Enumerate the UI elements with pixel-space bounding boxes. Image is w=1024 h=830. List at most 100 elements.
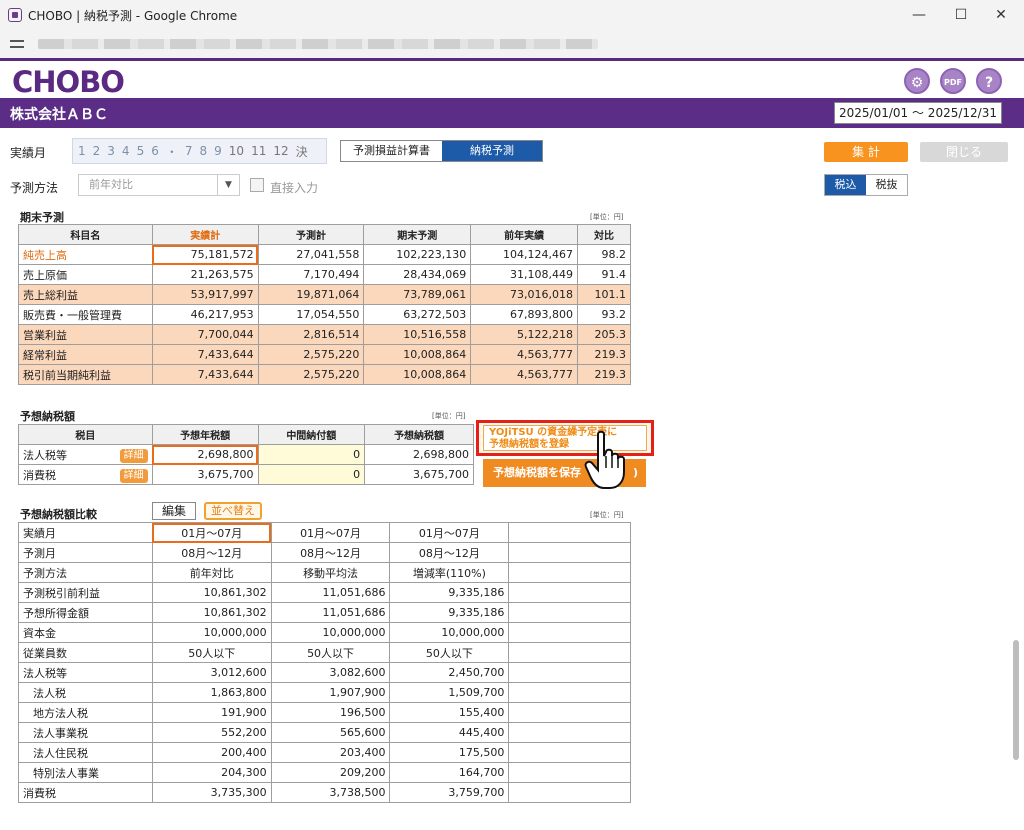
col-header: 中間納付額 <box>257 424 366 445</box>
compare-cell[interactable]: 01月～07月 <box>151 522 272 543</box>
month-2[interactable]: 2 <box>93 144 101 158</box>
compare-cell: 204,300 <box>151 762 272 783</box>
empty-cell <box>508 622 631 643</box>
compare-cell: 10,000,000 <box>270 622 391 643</box>
gear-icon[interactable]: ⚙ <box>904 68 930 94</box>
actual-month-label: 実績月 <box>10 146 47 160</box>
empty-cell <box>508 642 631 663</box>
window-titlebar: CHOBO | 納税予測 - Google Chrome — ☐ ✕ <box>0 0 1024 30</box>
pdf-icon[interactable]: PDF <box>940 68 966 94</box>
cell-interim[interactable]: 0 <box>257 464 366 485</box>
cell-prev: 73,016,018 <box>470 284 579 305</box>
empty-cell <box>508 582 631 603</box>
month-11[interactable]: 11 <box>251 144 266 158</box>
edit-button[interactable]: 編集 <box>152 502 196 520</box>
address-bar[interactable] <box>0 30 1024 58</box>
row-label: 消費税 <box>23 468 56 482</box>
month-12[interactable]: 12 <box>273 144 288 158</box>
compare-table: 実績月 01月～07月 01月～07月 01月～07月 予測月 08月～12月 08月～12… <box>18 522 631 803</box>
help-icon[interactable]: ? <box>976 68 1002 94</box>
cell-forecast: 27,041,558 <box>257 244 365 265</box>
tax-excluded-option[interactable]: 税抜 <box>866 175 907 195</box>
table-row: 税引前当期純利益 7,433,644 2,575,220 10,008,864 … <box>18 364 631 385</box>
row-label: 予測方法 <box>18 562 153 583</box>
col-header: 実績計 <box>151 224 259 245</box>
maximize-button[interactable]: ☐ <box>946 4 976 26</box>
table-row: 法人事業税 552,200 565,600 445,400 <box>18 722 631 743</box>
compare-cell: 196,500 <box>270 702 391 723</box>
compare-cell: 155,400 <box>389 702 510 723</box>
empty-cell <box>508 602 631 623</box>
cell-year-end: 102,223,130 <box>363 244 472 265</box>
table-row: 予測税引前利益 10,861,302 11,051,686 9,335,186 <box>18 582 631 603</box>
row-label: 従業員数 <box>18 642 153 663</box>
empty-cell <box>508 762 631 783</box>
cell-year-end: 10,008,864 <box>363 344 472 365</box>
month-7[interactable]: 7 <box>185 144 193 158</box>
month-5[interactable]: 5 <box>137 144 145 158</box>
close-window-button[interactable]: ✕ <box>986 4 1016 26</box>
site-settings-icon[interactable] <box>10 38 24 50</box>
month-6[interactable]: 6 <box>151 144 159 158</box>
table-row: 売上総利益 53,917,997 19,871,064 73,789,061 7… <box>18 284 631 305</box>
cell-forecast: 7,170,494 <box>257 264 365 285</box>
tab-tax-forecast[interactable]: 納税予測 <box>442 141 542 161</box>
table-row: 予想所得金額 10,861,302 11,051,686 9,335,186 <box>18 602 631 623</box>
cell-interim[interactable]: 0 <box>257 444 366 465</box>
table-row: 法人税 1,863,800 1,907,900 1,509,700 <box>18 682 631 703</box>
month-4[interactable]: 4 <box>122 144 130 158</box>
table-row: 従業員数 50人以下 50人以下 50人以下 <box>18 642 631 663</box>
cell-prev: 104,124,467 <box>470 244 579 265</box>
cell-annual[interactable]: 2,698,800 <box>151 444 259 465</box>
forecast-method-select[interactable]: 前年対比 ▼ <box>78 174 240 196</box>
table-row: 消費税 詳細 3,675,700 0 3,675,700 <box>18 464 474 485</box>
table-row: 予測方法 前年対比 移動平均法 増減率(110%) <box>18 562 631 583</box>
tax-included-option[interactable]: 税込 <box>825 175 866 195</box>
minimize-button[interactable]: — <box>904 4 934 26</box>
cell-prev: 4,563,777 <box>470 344 579 365</box>
compare-section-title: 予想納税額比較 <box>20 508 97 521</box>
compare-cell: 209,200 <box>270 762 391 783</box>
table-row: 法人税等 詳細 2,698,800 0 2,698,800 <box>18 444 474 465</box>
row-label: 売上原価 <box>18 264 153 285</box>
empty-cell <box>508 702 631 723</box>
empty-cell <box>508 562 631 583</box>
compare-cell: 移動平均法 <box>270 562 391 583</box>
scrollbar[interactable] <box>1013 640 1019 760</box>
tax-toggle: 税込 税抜 <box>824 174 908 196</box>
cell-forecast: 19,871,064 <box>257 284 365 305</box>
month-3[interactable]: 3 <box>107 144 115 158</box>
aggregate-button[interactable]: 集 計 <box>824 142 908 162</box>
cell-actual[interactable]: 75,181,572 <box>151 244 259 265</box>
sort-button[interactable]: 並べ替え <box>204 502 262 520</box>
row-label: 税引前当期純利益 <box>18 364 153 385</box>
compare-cell: 175,500 <box>389 742 510 763</box>
month-final[interactable]: 決 <box>296 143 308 160</box>
col-header: 期末予測 <box>363 224 472 245</box>
tax-row-cell: 法人税等 詳細 <box>18 444 153 465</box>
row-label: 販売費・一般管理費 <box>18 304 153 325</box>
tab-forecast-pl[interactable]: 予測損益計算書 <box>341 141 442 161</box>
compare-cell: 445,400 <box>389 722 510 743</box>
col-header: 科目名 <box>18 224 153 245</box>
company-name: 株式会社ＡＢＣ <box>10 107 108 123</box>
table-row: 実績月 01月～07月 01月～07月 01月～07月 <box>18 522 631 543</box>
cell-ratio: 93.2 <box>577 304 631 325</box>
month-8[interactable]: 8 <box>200 144 208 158</box>
month-9[interactable]: 9 <box>214 144 222 158</box>
compare-cell: 2,450,700 <box>389 662 510 683</box>
chevron-down-icon[interactable]: ▼ <box>217 175 239 195</box>
cell-actual: 7,433,644 <box>151 344 259 365</box>
table-row: 予測月 08月～12月 08月～12月 08月～12月 <box>18 542 631 563</box>
direct-input-checkbox[interactable] <box>250 178 264 192</box>
table-row: 地方法人税 191,900 196,500 155,400 <box>18 702 631 723</box>
detail-button[interactable]: 詳細 <box>119 468 148 483</box>
row-label: 地方法人税 <box>18 702 153 723</box>
month-10[interactable]: 10 <box>229 144 244 158</box>
period-display: 2025/01/01 ～ 2025/12/31 <box>834 102 1002 124</box>
month-selector[interactable]: 1 2 3 4 5 6 ・ 7 8 9 10 11 12 決 <box>72 138 327 164</box>
detail-button[interactable]: 詳細 <box>119 448 148 463</box>
row-label: 予測税引前利益 <box>18 582 153 603</box>
month-1[interactable]: 1 <box>78 144 86 158</box>
close-button[interactable]: 閉じる <box>920 142 1008 162</box>
